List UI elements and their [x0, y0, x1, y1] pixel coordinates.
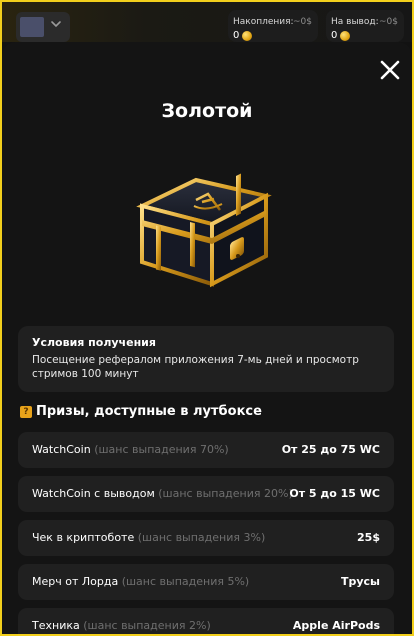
prize-chance: (шанс выпадения 5%)	[121, 575, 250, 588]
prize-name: Техника	[32, 619, 80, 632]
app-frame: Накопления: ~0$ 0 На вывод: ~0$ 0 Золото…	[0, 0, 414, 636]
prize-name: WatchCoin с выводом	[32, 487, 155, 500]
prize-row-watchcoin[interactable]: WatchCoin (шанс выпадения 70%) От 25 до …	[18, 432, 394, 468]
prize-name: WatchCoin	[32, 443, 91, 456]
prize-value: Apple AirPods	[292, 619, 380, 632]
prize-name: Чек в криптоботе	[32, 531, 135, 544]
prize-chance: (шанс выпадения 3%)	[137, 531, 266, 544]
withdraw-label: На вывод:	[331, 17, 379, 27]
prize-label: WatchCoin (шанс выпадения 70%)	[32, 443, 229, 456]
accumulations-approx: ~0$	[293, 17, 312, 27]
prize-chance: (шанс выпадения 70%)	[94, 443, 229, 456]
withdraw-approx: ~0$	[379, 17, 398, 27]
prize-row-watchcoin-withdraw[interactable]: WatchCoin с выводом (шанс выпадения 20%)…	[18, 476, 394, 512]
question-box-icon: ?	[20, 405, 32, 418]
prize-row-tech[interactable]: Техника (шанс выпадения 2%) Apple AirPod…	[18, 608, 394, 634]
lootbox-modal: Золотой Условия получения Посещение рефе…	[2, 42, 412, 634]
prize-label: Техника (шанс выпадения 2%)	[32, 619, 211, 632]
prize-label: Чек в криптоботе (шанс выпадения 3%)	[32, 531, 265, 544]
prize-chance: (шанс выпадения 2%)	[83, 619, 211, 632]
coin-icon	[340, 30, 351, 41]
accumulations-value: 0	[233, 30, 240, 41]
accumulations-balance[interactable]: Накопления: ~0$ 0	[228, 10, 318, 42]
prize-name: Мерч от Лорда	[32, 575, 119, 588]
golden-chest-icon	[136, 173, 272, 288]
chevron-down-icon	[51, 21, 61, 28]
prize-value: Трусы	[340, 575, 380, 588]
prizes-heading-text: Призы, доступные в лутбоксе	[36, 404, 262, 419]
accumulations-value-row: 0	[233, 30, 253, 41]
close-icon[interactable]	[378, 58, 402, 82]
conditions-title: Условия получения	[32, 336, 156, 349]
conditions-text: Посещение рефералом приложения 7-мь дней…	[32, 354, 359, 380]
top-header: Накопления: ~0$ 0 На вывод: ~0$ 0	[2, 2, 412, 42]
page-title: Золотой	[161, 100, 253, 122]
withdraw-value-row: 0	[331, 30, 351, 41]
coin-icon	[242, 30, 253, 41]
prize-row-crypto-check[interactable]: Чек в криптоботе (шанс выпадения 3%) 25$	[18, 520, 394, 556]
prize-label: Мерч от Лорда (шанс выпадения 5%)	[32, 575, 249, 588]
avatar	[20, 17, 44, 37]
prize-value: От 25 до 75 WC	[281, 443, 380, 456]
conditions-card: Условия получения Посещение рефералом пр…	[18, 326, 394, 392]
prize-row-merch[interactable]: Мерч от Лорда (шанс выпадения 5%) Трусы	[18, 564, 394, 600]
withdraw-balance[interactable]: На вывод: ~0$ 0	[326, 10, 404, 42]
prize-value: 25$	[357, 531, 380, 544]
withdraw-value: 0	[331, 30, 338, 41]
profile-select[interactable]	[16, 12, 70, 42]
prize-chance: (шанс выпадения 20%)	[158, 487, 293, 500]
prizes-heading: ? Призы, доступные в лутбоксе	[20, 404, 262, 419]
prize-label: WatchCoin с выводом (шанс выпадения 20%)	[32, 487, 293, 500]
accumulations-label: Накопления:	[233, 17, 294, 27]
prize-value: От 5 до 15 WC	[289, 487, 380, 500]
